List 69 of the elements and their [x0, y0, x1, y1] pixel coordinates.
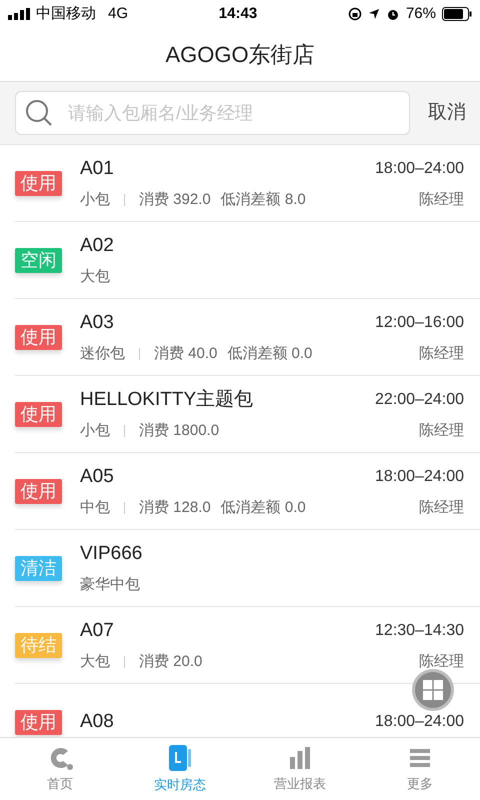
manager-name: 陈经理 — [419, 498, 464, 518]
manager-name: 陈经理 — [419, 652, 464, 672]
time-range: 18:00–24:00 — [375, 158, 464, 179]
manager-name: 陈经理 — [419, 344, 464, 364]
spend-text: 消费 1800.0 — [139, 421, 220, 441]
alarm-icon — [386, 7, 400, 21]
clock-text: 14:43 — [218, 4, 258, 24]
spend-text: 消费 128.0 — [139, 498, 211, 518]
time-range: 12:30–14:30 — [375, 620, 464, 641]
tab-item[interactable]: 首页 — [0, 738, 120, 800]
tab-item[interactable]: 营业报表 — [240, 738, 360, 800]
chart-icon — [287, 744, 313, 771]
spend-text: 消费 392.0 — [139, 190, 211, 210]
room-name: A08 — [80, 710, 114, 734]
floating-grid-button[interactable] — [412, 669, 454, 711]
battery-icon — [442, 7, 472, 21]
status-tag: 使用 — [15, 324, 62, 350]
room-size: 迷你包 — [80, 344, 125, 364]
spend-text: 消费 20.0 — [139, 652, 202, 672]
room-name: A05 — [80, 464, 114, 488]
status-tag: 清洁 — [15, 556, 62, 580]
room-size: 小包 — [80, 190, 110, 210]
location-icon — [368, 8, 380, 20]
room-name: A03 — [80, 310, 114, 334]
shortfall-text: 低消差额 8.0 — [220, 190, 306, 210]
store-title: AGOGO东街店 — [165, 41, 315, 69]
room-row[interactable]: 使用 HELLOKITTY主题包 22:00–24:00 小包 消费 1800.0 陈经理 — [15, 376, 480, 453]
manager-name: 陈经理 — [419, 421, 464, 441]
search-icon — [24, 98, 54, 128]
cancel-button[interactable]: 取消 — [428, 98, 466, 128]
status-tag: 空闲 — [15, 248, 62, 272]
battery-text: 76% — [406, 4, 436, 24]
time-range: 22:00–24:00 — [375, 390, 464, 410]
room-name: A01 — [80, 156, 114, 180]
shortfall-text: 低消差额 0.0 — [227, 344, 312, 364]
time-range: 18:00–24:00 — [375, 712, 464, 732]
signal-icon — [8, 8, 32, 20]
status-tag: 使用 — [15, 402, 62, 426]
tab-item[interactable]: 更多 — [360, 738, 480, 800]
time-range: 18:00–24:00 — [375, 466, 464, 487]
status-tag: 待结 — [15, 632, 62, 658]
room-row[interactable]: 使用 A05 18:00–24:00 中包 消费 128.0 低消差额 0.0 陈经理 — [15, 453, 480, 530]
spend-text: 消费 40.0 — [154, 344, 218, 364]
manager-name: 陈经理 — [419, 190, 464, 210]
room-size: 中包 — [80, 498, 110, 518]
room-row[interactable]: 使用 A01 18:00–24:00 小包 消费 392.0 低消差额 8.0 陈经理 — [15, 145, 480, 222]
room-size: 大包 — [80, 267, 110, 287]
phone-icon — [167, 744, 193, 772]
room-name: HELLOKITTY主题包 — [80, 388, 254, 412]
time-range: 12:00–16:00 — [375, 312, 464, 333]
room-size: 豪华中包 — [80, 575, 140, 595]
search-input[interactable]: 请输入包厢名/业务经理 — [68, 100, 401, 126]
network-text: 4G — [108, 4, 128, 24]
search-field[interactable]: 请输入包厢名/业务经理 — [15, 91, 410, 135]
status-tag: 使用 — [15, 710, 62, 734]
status-tag: 使用 — [15, 170, 62, 196]
room-row[interactable]: 空闲 A02 大包 — [15, 222, 480, 299]
carrier-text: 中国移动 — [36, 4, 96, 24]
room-size: 大包 — [80, 652, 110, 672]
status-tag: 使用 — [15, 478, 62, 504]
room-name: A02 — [80, 234, 114, 258]
room-size: 小包 — [80, 421, 110, 441]
room-name: VIP666 — [80, 542, 142, 566]
room-row[interactable]: 使用 A03 12:00–16:00 迷你包 消费 40.0 低消差额 0.0 陈经理 — [15, 299, 480, 376]
shortfall-text: 低消差额 0.0 — [220, 498, 306, 518]
grid-icon — [423, 680, 443, 700]
room-name: A07 — [80, 618, 114, 642]
room-row[interactable]: 清洁 VIP666 豪华中包 — [15, 530, 480, 607]
rotation-lock-icon — [348, 7, 362, 21]
